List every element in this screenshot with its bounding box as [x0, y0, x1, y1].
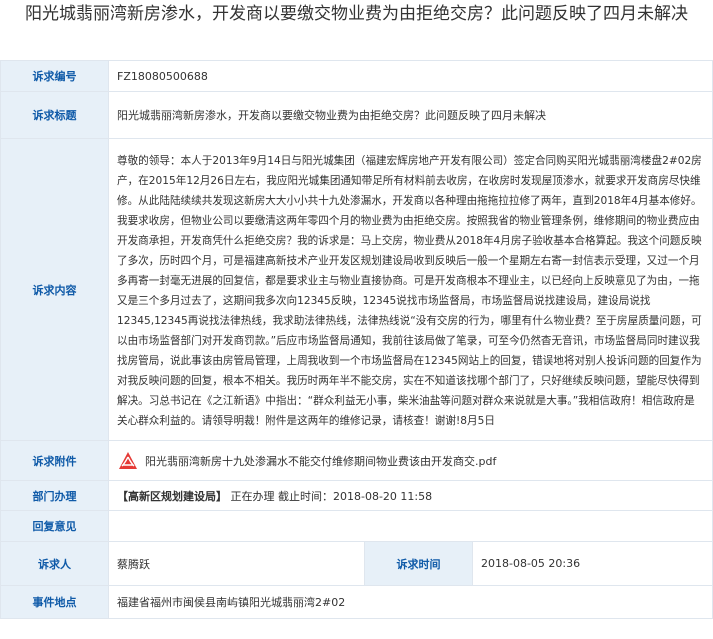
- row-department: 部门办理 【高新区规划建设局】 正在办理 截止时间：2018-08-20 11:…: [0, 480, 713, 511]
- attachment-cell: 阳光翡丽湾新房十九处渗漏水不能交付维修期间物业费该由开发商交.pdf: [108, 440, 713, 481]
- label-complaint-title: 诉求标题: [0, 91, 109, 139]
- label-complaint-content: 诉求内容: [0, 138, 109, 441]
- row-attachment: 诉求附件 阳光翡丽湾新房十九处渗漏水不能交付维修期间物业费该由开发商交.pdf: [0, 440, 713, 481]
- label-location: 事件地点: [0, 585, 109, 619]
- label-department: 部门办理: [0, 480, 109, 511]
- row-location: 事件地点 福建省福州市闽侯县南屿镇阳光城翡丽湾2#02: [0, 585, 713, 619]
- department-cell: 【高新区规划建设局】 正在办理 截止时间：2018-08-20 11:58: [108, 480, 713, 511]
- row-complainant: 诉求人 蔡腾跃 诉求时间 2018-08-05 20:36: [0, 541, 713, 586]
- value-reply: [108, 510, 713, 542]
- attachment-link[interactable]: 阳光翡丽湾新房十九处渗漏水不能交付维修期间物业费该由开发商交.pdf: [117, 451, 496, 469]
- attachment-filename[interactable]: 阳光翡丽湾新房十九处渗漏水不能交付维修期间物业费该由开发商交.pdf: [145, 455, 496, 468]
- department-name: 【高新区规划建设局】: [117, 489, 227, 503]
- label-complainant: 诉求人: [0, 541, 109, 586]
- label-complaint-time: 诉求时间: [364, 541, 473, 586]
- value-complaint-time: 2018-08-05 20:36: [472, 541, 713, 586]
- value-complainant: 蔡腾跃: [108, 541, 365, 586]
- row-complaint-content: 诉求内容 尊敬的领导：本人于2013年9月14日与阳光城集团（福建宏辉房地产开发…: [0, 138, 713, 441]
- label-attachment: 诉求附件: [0, 440, 109, 481]
- label-reply: 回复意见: [0, 510, 109, 542]
- department-status: 正在办理 截止时间：2018-08-20 11:58: [230, 489, 433, 503]
- row-complaint-no: 诉求编号 FZ18080500688: [0, 60, 713, 92]
- row-complaint-title: 诉求标题 阳光城翡丽湾新房渗水，开发商以要缴交物业费为由拒绝交房？此问题反映了四…: [0, 91, 713, 139]
- pdf-file-icon: [117, 450, 139, 472]
- row-reply: 回复意见: [0, 510, 713, 542]
- complaint-detail-table: 诉求编号 FZ18080500688 诉求标题 阳光城翡丽湾新房渗水，开发商以要…: [0, 60, 713, 619]
- page-title: 阳光城翡丽湾新房渗水，开发商以要缴交物业费为由拒绝交房？此问题反映了四月未解决: [25, 4, 688, 24]
- label-complaint-no: 诉求编号: [0, 60, 109, 92]
- value-complaint-content: 尊敬的领导：本人于2013年9月14日与阳光城集团（福建宏辉房地产开发有限公司）…: [108, 138, 713, 441]
- value-location: 福建省福州市闽侯县南屿镇阳光城翡丽湾2#02: [108, 585, 713, 619]
- value-complaint-title: 阳光城翡丽湾新房渗水，开发商以要缴交物业费为由拒绝交房？此问题反映了四月未解决: [108, 91, 713, 139]
- value-complaint-no: FZ18080500688: [108, 60, 713, 92]
